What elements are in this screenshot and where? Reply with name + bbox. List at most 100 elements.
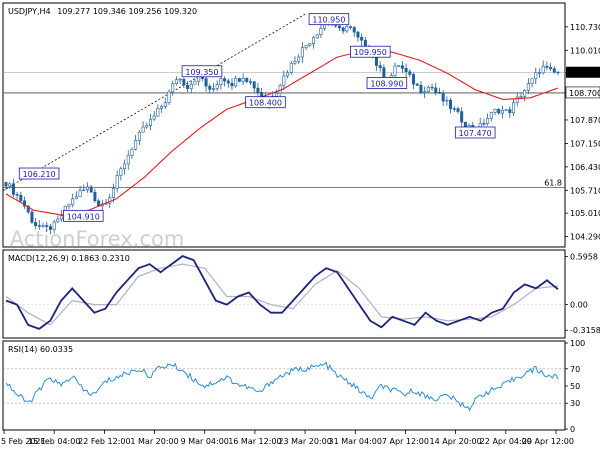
candle bbox=[504, 109, 508, 111]
candle-body bbox=[534, 72, 538, 80]
candle-body bbox=[489, 111, 493, 119]
fib-label: 61.8 bbox=[544, 178, 562, 187]
candle-body bbox=[278, 85, 282, 94]
candle-body bbox=[67, 204, 71, 207]
time-tick-label: 29 Apr 12:00 bbox=[522, 437, 574, 446]
candle-body bbox=[297, 56, 301, 62]
candle-body bbox=[504, 109, 508, 111]
candle-body bbox=[174, 79, 178, 84]
time-tick-label: 15 Feb 04:00 bbox=[28, 437, 80, 446]
annotation-text: 108.400 bbox=[249, 99, 282, 108]
price-title-ohlc: 109.277 109.346 109.256 109.320 bbox=[57, 7, 197, 16]
candle-body bbox=[145, 125, 149, 128]
price-annotation: 104.910 bbox=[63, 209, 104, 222]
macd-tick-label: 0.5958 bbox=[570, 252, 598, 261]
candle-body bbox=[352, 27, 356, 33]
candle-body bbox=[8, 183, 12, 187]
candle-body bbox=[160, 106, 164, 109]
candle-body bbox=[119, 168, 123, 176]
candle-body bbox=[456, 108, 460, 112]
candle-body bbox=[252, 81, 256, 89]
candle-body bbox=[37, 225, 41, 227]
candle-body bbox=[289, 62, 293, 73]
candle-body bbox=[419, 85, 423, 93]
price-annotation: 106.210 bbox=[18, 167, 60, 180]
candle-body bbox=[4, 182, 8, 187]
candle-body bbox=[48, 226, 52, 230]
candle-body bbox=[230, 82, 234, 87]
candle-body bbox=[60, 215, 64, 220]
price-title: USDJPY,H4 109.277 109.346 109.256 109.32… bbox=[8, 7, 197, 16]
candle-body bbox=[226, 80, 230, 84]
candle-body bbox=[452, 108, 456, 110]
rsi-title: RSI(14) 60.0335 bbox=[8, 345, 73, 354]
candle-body bbox=[541, 65, 545, 74]
candle-body bbox=[82, 189, 86, 192]
macd-title: MACD(12,26,9) 0.1863 0.2310 bbox=[8, 254, 130, 263]
annotation-text: 106.210 bbox=[23, 170, 56, 179]
candle-body bbox=[111, 188, 115, 198]
candle bbox=[397, 65, 401, 67]
price-tick-label: 110.730 bbox=[570, 23, 600, 32]
macd-tick-label: -0.3158 bbox=[570, 326, 600, 335]
candle-body bbox=[530, 78, 534, 84]
candle-body bbox=[378, 65, 382, 69]
candle-body bbox=[148, 118, 152, 126]
candle-body bbox=[360, 36, 364, 41]
candle-body bbox=[11, 183, 15, 195]
annotation-text: 108.990 bbox=[370, 79, 403, 88]
rsi-tick-label: 50 bbox=[570, 382, 580, 391]
candle-body bbox=[493, 108, 497, 113]
candle-body bbox=[537, 72, 541, 74]
candle bbox=[30, 210, 34, 224]
candle-body bbox=[460, 111, 464, 123]
candle-body bbox=[556, 71, 560, 74]
candle-body bbox=[56, 218, 60, 223]
annotation-text: 107.470 bbox=[459, 129, 492, 138]
candle-body bbox=[423, 91, 427, 93]
candle-body bbox=[89, 186, 93, 193]
candle-body bbox=[426, 86, 430, 92]
candle-body bbox=[256, 87, 260, 93]
candle-body bbox=[234, 78, 238, 87]
candle-body bbox=[300, 47, 304, 58]
candle-body bbox=[293, 61, 297, 64]
price-tick-label: 110.010 bbox=[570, 46, 600, 55]
candle-body bbox=[412, 74, 416, 85]
candle-body bbox=[349, 26, 353, 28]
price-annotation: 108.990 bbox=[366, 77, 408, 89]
annotation-text: 109.950 bbox=[354, 48, 387, 57]
candle bbox=[237, 77, 241, 83]
rsi-tick-label: 70 bbox=[570, 365, 580, 374]
time-tick-label: 7 Apr 12:00 bbox=[382, 437, 429, 446]
candle-body bbox=[193, 80, 197, 85]
candle-body bbox=[15, 194, 19, 196]
current-price-text: 109.320 bbox=[569, 69, 600, 78]
price-annotation: 109.350 bbox=[181, 65, 223, 78]
watermark: ActionForex.com bbox=[10, 227, 185, 251]
candle-body bbox=[186, 84, 190, 89]
macd-tick-label: 0.00 bbox=[570, 301, 588, 310]
candle-body bbox=[400, 65, 404, 69]
price-tick-label: 105.710 bbox=[570, 186, 600, 195]
candle-body bbox=[182, 78, 186, 86]
candle-body bbox=[497, 108, 501, 114]
time-tick-label: 9 Mar 04:00 bbox=[181, 437, 229, 446]
price-annotation: 110.950 bbox=[308, 13, 350, 26]
candle-body bbox=[223, 78, 227, 82]
time-tick-label: 23 Mar 20:00 bbox=[278, 437, 331, 446]
candle-body bbox=[415, 83, 419, 86]
candle-body bbox=[549, 67, 553, 69]
candle-body bbox=[545, 65, 549, 68]
candle-body bbox=[508, 109, 512, 114]
candle-body bbox=[130, 148, 134, 156]
candle-body bbox=[237, 78, 241, 82]
candle-body bbox=[126, 155, 130, 165]
price-tick-label: 104.290 bbox=[570, 233, 600, 242]
candle-body bbox=[78, 190, 82, 198]
price-tick-label: 106.430 bbox=[570, 163, 600, 172]
candle-body bbox=[71, 198, 75, 206]
candle-body bbox=[449, 99, 453, 109]
candle-body bbox=[437, 91, 441, 94]
candle-body bbox=[515, 96, 519, 103]
